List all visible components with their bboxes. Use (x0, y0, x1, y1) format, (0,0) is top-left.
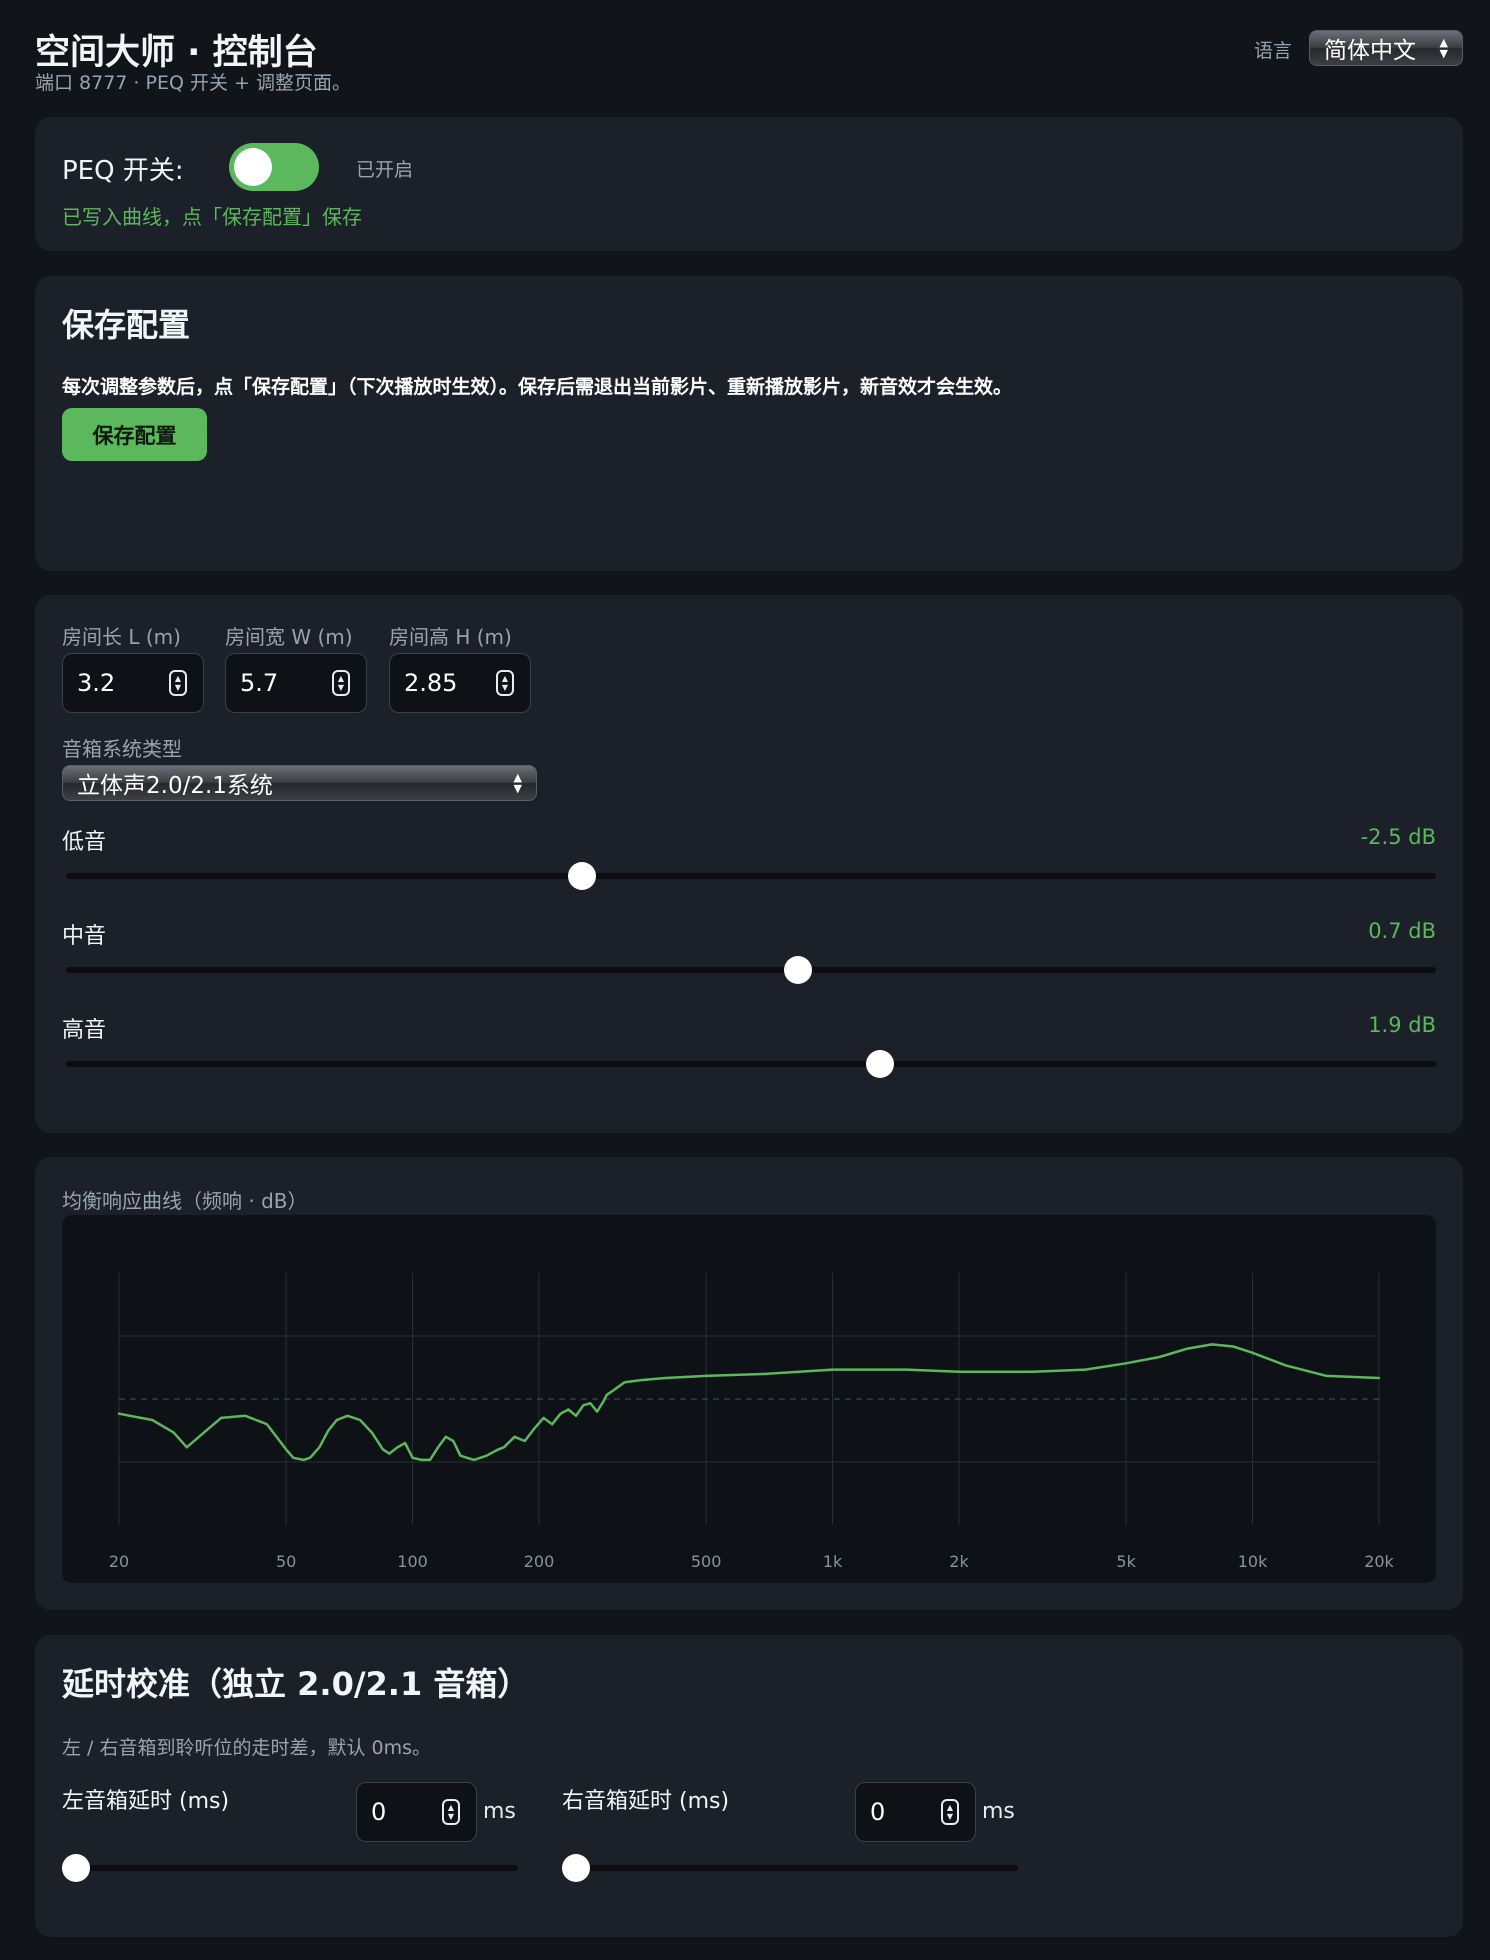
bass-value: -2.5 dB (1360, 825, 1436, 849)
chart-x-tick-label: 20 (109, 1552, 129, 1571)
language-select[interactable]: 简体中文 ▲ ▼ (1309, 30, 1463, 66)
eq-response-chart: 20 50 100 200 500 1k 2k 5k 10k 20k (109, 1273, 1395, 1571)
chart-x-tick-label: 5k (1116, 1552, 1136, 1571)
room-width-value: 5.7 (240, 669, 279, 697)
speaker-system-select[interactable]: 立体声2.0/2.1系统 ▲ ▼ (62, 765, 537, 801)
bass-slider-track[interactable] (66, 862, 1436, 890)
room-width-input[interactable]: 5.7 ▲ ▼ (225, 653, 367, 713)
chart-x-tick-label: 1k (823, 1552, 843, 1571)
chart-x-tick-label: 10k (1238, 1552, 1268, 1571)
peq-status-message: 已写入曲线，点「保存配置」保存 (62, 205, 362, 229)
room-length-input[interactable]: 3.2 ▲ ▼ (62, 653, 204, 713)
right-delay-slider-thumb[interactable] (562, 1854, 590, 1882)
spinner-icon[interactable]: ▲ ▼ (332, 670, 350, 696)
save-section-title: 保存配置 (62, 306, 191, 344)
chart-x-tick-label: 50 (276, 1552, 296, 1571)
chart-x-tick-label: 2k (949, 1552, 969, 1571)
room-height-value: 2.85 (404, 669, 458, 697)
peq-card: PEQ 开关: 已开启 已写入曲线，点「保存配置」保存 (35, 117, 1463, 251)
right-delay-input[interactable]: 0 ▲ ▼ (855, 1782, 976, 1842)
chart-x-tick-label: 100 (397, 1552, 428, 1571)
mid-slider-thumb[interactable] (783, 956, 812, 984)
language-label: 语言 (1254, 40, 1293, 62)
eq-chart-card: 均衡响应曲线（频响 · dB） 20 50 100 200 500 1k 2k 5k 10k 20… (35, 1157, 1463, 1610)
room-length-value: 3.2 (77, 669, 116, 697)
delay-card: 延时校准（独立 2.0/2.1 音箱） 左 / 右音箱到聆听位的走时差，默认 0… (35, 1635, 1463, 1937)
room-height-input[interactable]: 2.85 ▲ ▼ (389, 653, 531, 713)
chart-x-tick-label: 20k (1364, 1552, 1394, 1571)
treble-slider-thumb[interactable] (865, 1050, 894, 1078)
peq-state-text: 已开启 (356, 159, 414, 181)
room-length-label: 房间长 L (m) (62, 625, 181, 649)
mid-value: 0.7 dB (1368, 919, 1436, 943)
treble-value: 1.9 dB (1368, 1013, 1436, 1037)
right-delay-value: 0 (870, 1798, 886, 1826)
chart-x-tick-label: 500 (691, 1552, 722, 1571)
spinner-icon[interactable]: ▲ ▼ (169, 670, 187, 696)
toggle-knob (234, 148, 272, 186)
delay-section-title: 延时校准（独立 2.0/2.1 音箱） (62, 1665, 530, 1703)
right-delay-slider-track[interactable] (562, 1854, 1018, 1882)
treble-slider-track[interactable] (66, 1050, 1436, 1078)
speaker-system-value: 立体声2.0/2.1系统 (77, 773, 273, 799)
right-delay-unit: ms (982, 1799, 1015, 1824)
peq-switch-label: PEQ 开关: (62, 156, 184, 186)
right-delay-label: 右音箱延时 (ms) (562, 1789, 730, 1814)
delay-description: 左 / 右音箱到聆听位的走时差，默认 0ms。 (62, 1737, 432, 1759)
speaker-system-label: 音箱系统类型 (62, 737, 182, 761)
treble-label: 高音 (62, 1018, 107, 1043)
room-eq-card: 房间长 L (m) 房间宽 W (m) 房间高 H (m) 3.2 ▲ ▼ 5.7… (35, 595, 1463, 1133)
mid-label: 中音 (62, 924, 107, 949)
select-arrows-icon: ▲ ▼ (1439, 36, 1448, 60)
language-select-value: 简体中文 (1324, 38, 1416, 64)
chart-area: 20 50 100 200 500 1k 2k 5k 10k 20k (62, 1215, 1436, 1583)
spinner-icon[interactable]: ▲ ▼ (941, 1799, 959, 1825)
app-subtitle: 端口 8777 · PEQ 开关 + 调整页面。 (35, 72, 351, 94)
save-config-button[interactable]: 保存配置 (62, 408, 207, 461)
peq-toggle[interactable] (229, 143, 319, 191)
left-delay-value: 0 (371, 1798, 387, 1826)
room-height-label: 房间高 H (m) (389, 625, 512, 649)
chart-title: 均衡响应曲线（频响 · dB） (62, 1189, 308, 1213)
left-delay-slider-track[interactable] (62, 1854, 518, 1882)
bass-label: 低音 (62, 830, 107, 855)
mid-slider-track[interactable] (66, 956, 1436, 984)
select-arrows-icon: ▲ ▼ (513, 771, 522, 795)
left-delay-label: 左音箱延时 (ms) (62, 1789, 230, 1814)
left-delay-unit: ms (483, 1799, 516, 1824)
spinner-icon[interactable]: ▲ ▼ (496, 670, 514, 696)
bass-slider-thumb[interactable] (568, 862, 597, 890)
room-width-label: 房间宽 W (m) (225, 625, 353, 649)
left-delay-input[interactable]: 0 ▲ ▼ (356, 1782, 477, 1842)
chart-x-tick-label: 200 (524, 1552, 555, 1571)
save-card: 保存配置 每次调整参数后，点「保存配置」（下次播放时生效）。保存后需退出当前影片… (35, 276, 1463, 571)
save-description: 每次调整参数后，点「保存配置」（下次播放时生效）。保存后需退出当前影片、重新播放… (62, 376, 1013, 398)
spinner-icon[interactable]: ▲ ▼ (442, 1799, 460, 1825)
page: 空间大师 · 控制台 端口 8777 · PEQ 开关 + 调整页面。 语言 简… (0, 0, 1490, 1960)
left-delay-slider-thumb[interactable] (62, 1854, 90, 1882)
chart-series-line (117, 1343, 1381, 1462)
